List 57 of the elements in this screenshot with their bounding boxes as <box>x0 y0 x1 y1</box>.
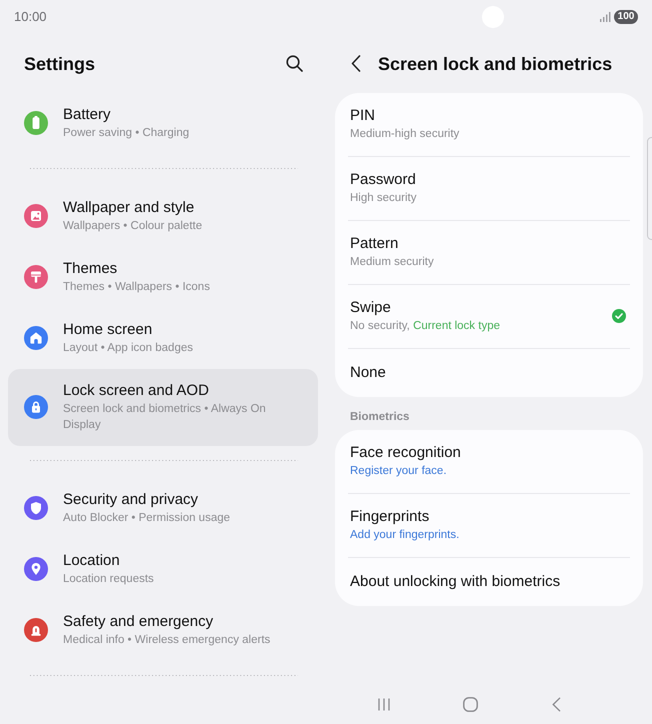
item-subtitle: Layout • App icon badges <box>63 341 193 356</box>
back-nav-icon <box>552 696 560 712</box>
battery-indicator: 100 <box>614 10 638 24</box>
biometrics-option[interactable]: Face recognition Register your face. <box>335 430 643 493</box>
option-subtitle: High security <box>350 191 418 206</box>
item-subtitle: Auto Blocker • Permission usage <box>63 511 230 526</box>
status-time: 10:00 <box>14 9 47 25</box>
recent-apps-icon <box>378 698 390 710</box>
signal-icon <box>600 12 611 22</box>
item-title: Wallpaper and style <box>63 198 196 218</box>
option-subtitle: Medium-high security <box>350 127 460 142</box>
option-subtitle: No security, Current lock type <box>350 319 501 334</box>
item-subtitle: Screen lock and biometrics • Always On Display <box>63 402 267 433</box>
home-outline-icon <box>462 696 478 712</box>
option-action-text: Add your fingerprints. <box>350 528 460 543</box>
item-subtitle: Location requests <box>63 572 154 587</box>
option-title: None <box>350 363 387 383</box>
biometrics-option[interactable]: About unlocking with biometrics <box>335 558 643 606</box>
settings-item[interactable]: Battery Power saving • Charging <box>8 93 318 154</box>
settings-item[interactable]: Location Location requests <box>8 539 318 600</box>
lock-type-option[interactable]: Swipe No security, Current lock type <box>335 285 643 348</box>
option-title: Swipe <box>350 298 392 318</box>
section-heading: Biometrics <box>350 410 410 425</box>
option-title: Face recognition <box>350 443 462 463</box>
panel-title: Settings <box>24 52 96 76</box>
item-title: Battery <box>63 105 112 125</box>
option-title: PIN <box>350 106 376 126</box>
item-subtitle: Medical info • Wireless emergency alerts <box>63 633 270 648</box>
settings-item[interactable]: Home screen Layout • App icon badges <box>8 308 318 369</box>
back-icon <box>351 55 361 72</box>
search-icon <box>286 55 302 72</box>
settings-item[interactable]: Safety and emergency Medical info • Wireless emergency alerts <box>8 600 318 661</box>
settings-item[interactable]: Wallpaper and style Wallpapers • Colour palette <box>8 186 318 247</box>
lock-type-option[interactable]: None <box>335 349 643 397</box>
lock-type-option[interactable]: Pattern Medium security <box>335 221 643 284</box>
option-title: Password <box>350 170 417 190</box>
item-subtitle: Power saving • Charging <box>63 126 190 141</box>
option-title: Fingerprints <box>350 507 430 527</box>
settings-item[interactable]: Themes Themes • Wallpapers • Icons <box>8 247 318 308</box>
item-title: Security and privacy <box>63 490 200 510</box>
item-title: Lock screen and AOD <box>63 381 210 401</box>
item-title: Home screen <box>63 320 154 340</box>
option-title: Pattern <box>350 234 400 254</box>
lock-type-option[interactable]: PIN Medium-high security <box>335 93 643 156</box>
item-subtitle: Wallpapers • Colour palette <box>63 219 202 234</box>
settings-item[interactable]: Security and privacy Auto Blocker • Permission usage <box>8 478 318 539</box>
item-title: Location <box>63 551 121 571</box>
item-title: Themes <box>63 259 118 279</box>
page-title: Screen lock and biometrics <box>378 52 612 76</box>
biometrics-option[interactable]: Fingerprints Add your fingerprints. <box>335 494 643 557</box>
option-subtitle: Medium security <box>350 255 435 270</box>
item-title: Safety and emergency <box>63 612 214 632</box>
lock-type-option[interactable]: Password High security <box>335 157 643 220</box>
item-subtitle: Themes • Wallpapers • Icons <box>63 280 210 295</box>
option-action-text: Register your face. <box>350 464 448 479</box>
settings-item[interactable]: Lock screen and AOD Screen lock and biometrics • Always On Display <box>8 369 318 446</box>
option-title: About unlocking with biometrics <box>350 572 562 592</box>
